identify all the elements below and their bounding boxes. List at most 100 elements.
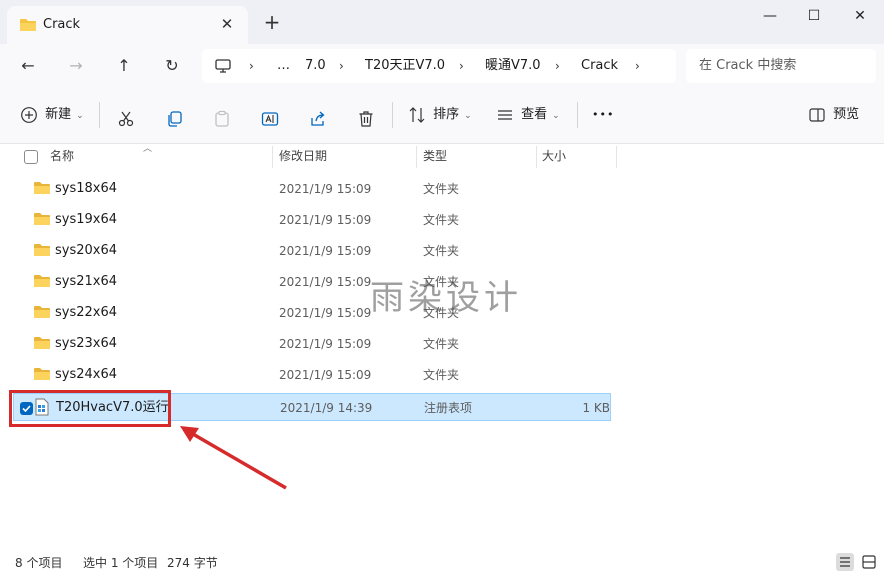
- column-header-type[interactable]: 类型: [423, 143, 447, 171]
- close-window-button[interactable]: ✕: [846, 6, 874, 26]
- rename-icon[interactable]: [261, 107, 279, 131]
- breadcrumb-separator[interactable]: ›: [635, 49, 640, 83]
- status-item-count: 8 个项目: [15, 556, 63, 570]
- title-bar: Crack ✕ + — ☐ ✕: [0, 0, 884, 44]
- cut-icon[interactable]: [117, 107, 135, 131]
- file-row[interactable]: sys19x64 2021/1/9 15:09 文件夹: [13, 205, 611, 235]
- file-row[interactable]: sys18x64 2021/1/9 15:09 文件夹: [13, 174, 611, 204]
- file-name: sys19x64: [55, 212, 118, 227]
- file-type: 文件夹: [423, 368, 460, 382]
- watermark-text: 雨染设计: [370, 278, 522, 318]
- up-button[interactable]: ↑: [113, 55, 135, 77]
- breadcrumb-separator[interactable]: ›: [249, 49, 254, 83]
- folder-icon: [34, 213, 50, 225]
- file-date: 2021/1/9 15:09: [279, 244, 372, 258]
- breadcrumb-t20[interactable]: T20天正V7.0: [365, 49, 445, 83]
- folder-icon: [34, 306, 50, 318]
- paste-icon[interactable]: [213, 107, 231, 131]
- column-header-size[interactable]: 大小: [542, 143, 566, 171]
- folder-icon: [34, 368, 50, 380]
- navigation-bar: ← → ↑ ↻ › … 7.0 › T20天正V7.0 › 暖通V7.0 › C…: [0, 44, 884, 88]
- file-row[interactable]: sys20x64 2021/1/9 15:09 文件夹: [13, 236, 611, 266]
- divider: [577, 102, 578, 128]
- tab-title: Crack: [43, 17, 81, 32]
- sort-button[interactable]: 排序 ⌄: [408, 103, 472, 127]
- file-row[interactable]: sys23x64 2021/1/9 15:09 文件夹: [13, 329, 611, 359]
- preview-label: 预览: [833, 107, 860, 122]
- breadcrumb-overflow[interactable]: …: [277, 49, 290, 83]
- file-date: 2021/1/9 15:09: [279, 306, 372, 320]
- file-type: 文件夹: [423, 337, 460, 351]
- file-name: sys21x64: [55, 274, 118, 289]
- command-bar: 新建 ⌄ 排序 ⌄ 查看 ⌄ ••• 预览: [0, 88, 884, 144]
- annotation-highlight-box: [9, 390, 171, 427]
- share-icon[interactable]: [309, 107, 327, 131]
- search-placeholder: 在 Crack 中搜索: [699, 58, 797, 73]
- sort-ascending-icon: ︿: [143, 144, 153, 154]
- chevron-down-icon: ⌄: [552, 111, 560, 121]
- copy-icon[interactable]: [165, 107, 183, 131]
- breadcrumb-7-0[interactable]: 7.0: [305, 49, 326, 83]
- preview-pane-button[interactable]: 预览: [808, 103, 859, 127]
- back-button[interactable]: ←: [17, 55, 39, 77]
- delete-icon[interactable]: [357, 107, 375, 131]
- divider: [392, 102, 393, 128]
- file-name: sys18x64: [55, 181, 118, 196]
- column-divider[interactable]: [272, 146, 273, 168]
- status-selection: 选中 1 个项目: [83, 556, 159, 570]
- file-date: 2021/1/9 15:09: [279, 182, 372, 196]
- file-date: 2021/1/9 15:09: [279, 337, 372, 351]
- file-name: sys24x64: [55, 367, 118, 382]
- column-header-name[interactable]: 名称: [50, 143, 74, 171]
- plus-circle-icon: [21, 106, 37, 123]
- file-name: sys23x64: [55, 336, 118, 351]
- breadcrumb-separator[interactable]: ›: [555, 49, 560, 83]
- view-label: 查看: [521, 107, 548, 122]
- new-tab-button[interactable]: +: [262, 12, 282, 32]
- file-date: 2021/1/9 15:09: [279, 368, 372, 382]
- maximize-button[interactable]: ☐: [800, 6, 828, 26]
- folder-icon: [20, 19, 36, 31]
- sort-label: 排序: [433, 107, 460, 122]
- column-divider[interactable]: [536, 146, 537, 168]
- column-header-modified[interactable]: 修改日期: [279, 143, 327, 171]
- breadcrumb-separator[interactable]: ›: [339, 49, 344, 83]
- new-button[interactable]: 新建 ⌄: [20, 103, 84, 127]
- file-date: 2021/1/9 14:39: [280, 401, 373, 415]
- tab-crack[interactable]: Crack ✕: [7, 6, 248, 44]
- close-tab-icon[interactable]: ✕: [218, 15, 236, 33]
- select-all-checkbox[interactable]: [24, 150, 38, 164]
- computer-icon: [215, 59, 231, 73]
- column-divider[interactable]: [416, 146, 417, 168]
- breadcrumb-separator[interactable]: ›: [459, 49, 464, 83]
- tiles-view-button[interactable]: [860, 553, 878, 571]
- breadcrumb-hvac[interactable]: 暖通V7.0: [485, 49, 541, 83]
- file-date: 2021/1/9 15:09: [279, 213, 372, 227]
- breadcrumb-crack[interactable]: Crack: [581, 49, 618, 83]
- column-divider[interactable]: [616, 146, 617, 168]
- folder-icon: [34, 244, 50, 256]
- details-view-icon: [840, 557, 850, 567]
- view-button[interactable]: 查看 ⌄: [496, 103, 560, 127]
- tiles-view-icon: [862, 555, 876, 569]
- details-view-button[interactable]: [836, 553, 854, 571]
- refresh-button[interactable]: ↻: [161, 55, 183, 77]
- folder-icon: [34, 182, 50, 194]
- file-type: 文件夹: [423, 182, 460, 196]
- more-options-button[interactable]: •••: [592, 103, 614, 127]
- file-date: 2021/1/9 15:09: [279, 275, 372, 289]
- forward-button[interactable]: →: [65, 55, 87, 77]
- preview-pane-icon: [809, 107, 825, 122]
- folder-icon: [34, 337, 50, 349]
- sort-icon: [409, 106, 425, 123]
- new-label: 新建: [45, 107, 72, 122]
- chevron-down-icon: ⌄: [464, 111, 472, 121]
- file-row[interactable]: sys24x64 2021/1/9 15:09 文件夹: [13, 360, 611, 390]
- divider: [99, 102, 100, 128]
- search-box[interactable]: 在 Crack 中搜索: [686, 49, 876, 83]
- address-bar[interactable]: › … 7.0 › T20天正V7.0 › 暖通V7.0 › Crack ›: [202, 49, 676, 83]
- minimize-button[interactable]: —: [756, 6, 784, 26]
- chevron-down-icon: ⌄: [76, 111, 84, 121]
- view-icon: [498, 109, 512, 120]
- file-type: 文件夹: [423, 213, 460, 227]
